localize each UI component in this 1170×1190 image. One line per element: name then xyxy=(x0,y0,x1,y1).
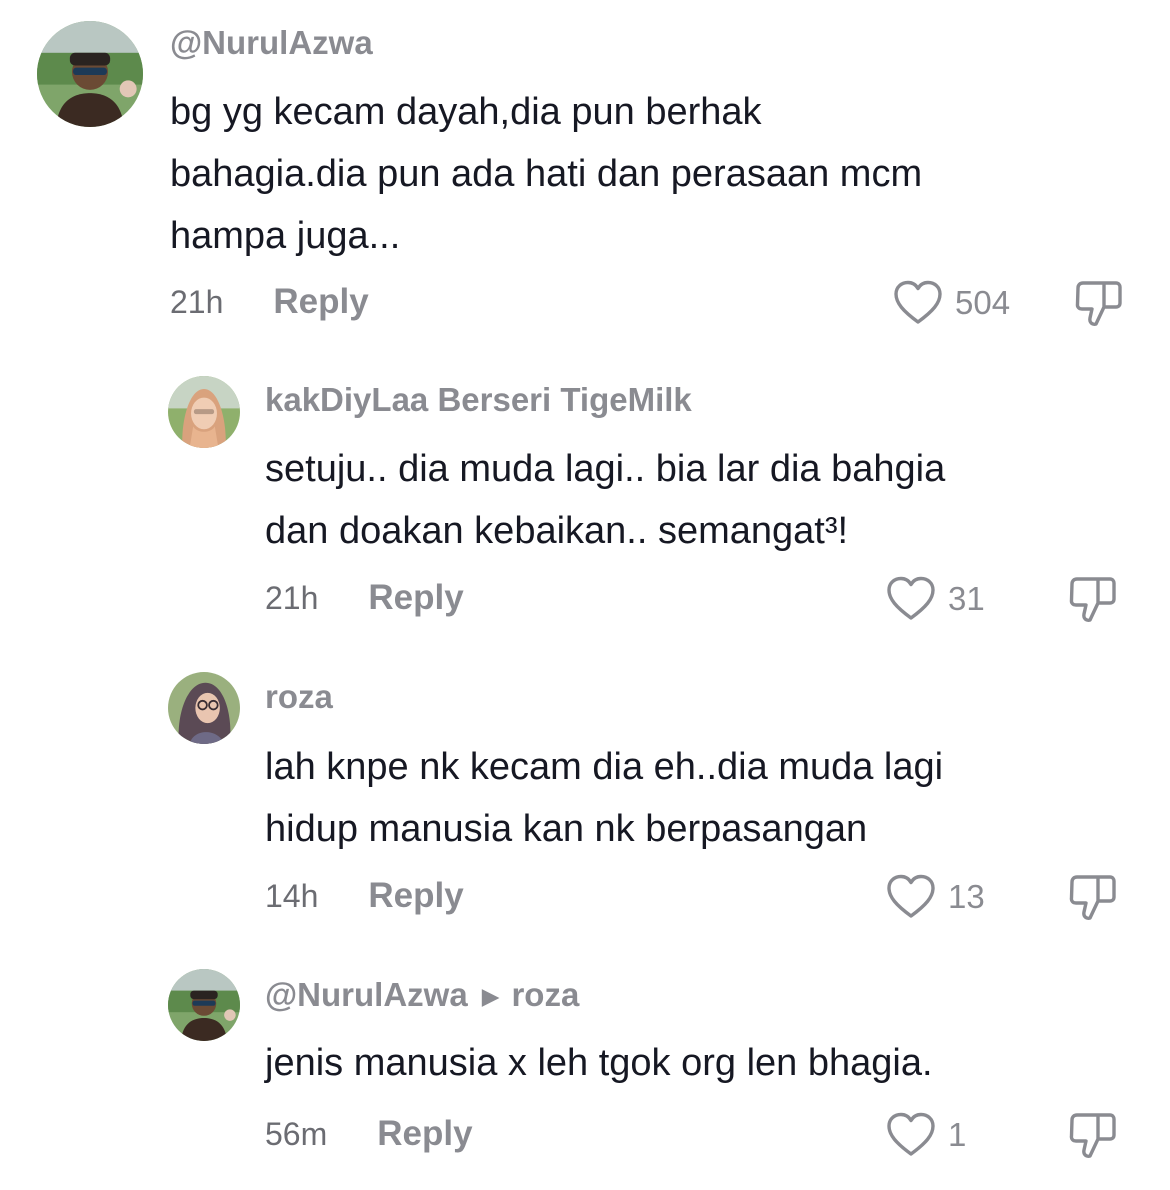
like-button[interactable]: 13 xyxy=(886,874,985,920)
dislike-button[interactable] xyxy=(1068,874,1118,922)
reply-target-username[interactable]: roza xyxy=(511,976,579,1013)
like-button[interactable]: 504 xyxy=(893,280,1010,326)
like-count: 31 xyxy=(948,580,985,617)
comment-timestamp: 14h xyxy=(265,877,319,914)
dislike-button[interactable] xyxy=(1074,280,1124,328)
like-count: 13 xyxy=(948,878,985,915)
man-sunglasses-avatar xyxy=(168,969,240,1041)
reply-button[interactable]: Reply xyxy=(273,282,368,322)
comment-timestamp: 56m xyxy=(265,1115,328,1152)
reply-button[interactable]: Reply xyxy=(368,876,463,916)
comment-username[interactable]: roza xyxy=(265,678,333,716)
like-count: 1 xyxy=(948,1116,967,1153)
like-button[interactable]: 31 xyxy=(886,576,985,622)
heart-outline-icon xyxy=(894,280,942,324)
like-count: 504 xyxy=(955,284,1011,321)
reply-comment: kakDiyLaa Berseri TigeMilk setuju.. dia … xyxy=(0,350,1170,650)
comment-text: bg yg kecam dayah,dia pun berhak bahagia… xyxy=(170,91,923,257)
thumbs-down-icon xyxy=(1069,1113,1116,1158)
avatar[interactable] xyxy=(168,969,240,1041)
avatar[interactable] xyxy=(168,376,240,448)
comment-text: lah knpe nk kecam dia eh..dia muda lagi … xyxy=(265,746,944,850)
comment-meta: 56m Reply xyxy=(265,1114,473,1154)
comment-meta: 21h Reply xyxy=(170,282,369,322)
comment-meta: 14h Reply xyxy=(265,876,464,916)
reply-comment: @NurulAzwa ▶ roza jenis manusia x leh tgok… xyxy=(0,950,1170,1190)
avatar[interactable] xyxy=(37,21,143,127)
hijab-glasses-avatar xyxy=(168,672,240,744)
dislike-button[interactable] xyxy=(1068,1112,1118,1160)
comment-text: jenis manusia x leh tgok org len bhagia. xyxy=(265,1042,933,1084)
heart-outline-icon xyxy=(887,1112,935,1156)
thumbs-down-icon xyxy=(1069,577,1116,622)
comment-timestamp: 21h xyxy=(265,579,319,616)
thumbs-down-icon xyxy=(1075,281,1122,326)
thumbs-down-icon xyxy=(1069,875,1116,920)
comment-meta: 21h Reply xyxy=(265,578,464,618)
reply-button[interactable]: Reply xyxy=(368,578,463,618)
heart-outline-icon xyxy=(887,576,935,620)
avatar[interactable] xyxy=(168,672,240,744)
comment-text: setuju.. dia muda lagi.. bia lar dia bah… xyxy=(265,448,946,552)
comment-username-line: @NurulAzwa ▶ roza xyxy=(265,976,579,1014)
comment: @NurulAzwa bg yg kecam dayah,dia pun ber… xyxy=(0,0,1170,350)
reply-button[interactable]: Reply xyxy=(377,1114,472,1154)
like-button[interactable]: 1 xyxy=(886,1112,966,1158)
comment-username[interactable]: kakDiyLaa Berseri TigeMilk xyxy=(265,381,692,419)
reply-comment: roza lah knpe nk kecam dia eh..dia muda … xyxy=(0,650,1170,950)
triangle-right-icon: ▶ xyxy=(481,983,500,1009)
hijab-woman-avatar xyxy=(168,376,240,448)
dislike-button[interactable] xyxy=(1068,576,1118,624)
comment-timestamp: 21h xyxy=(170,283,224,320)
comment-username[interactable]: @NurulAzwa xyxy=(170,24,373,62)
comment-username[interactable]: @NurulAzwa xyxy=(265,976,468,1013)
heart-outline-icon xyxy=(887,874,935,918)
man-sunglasses-avatar xyxy=(37,21,143,127)
